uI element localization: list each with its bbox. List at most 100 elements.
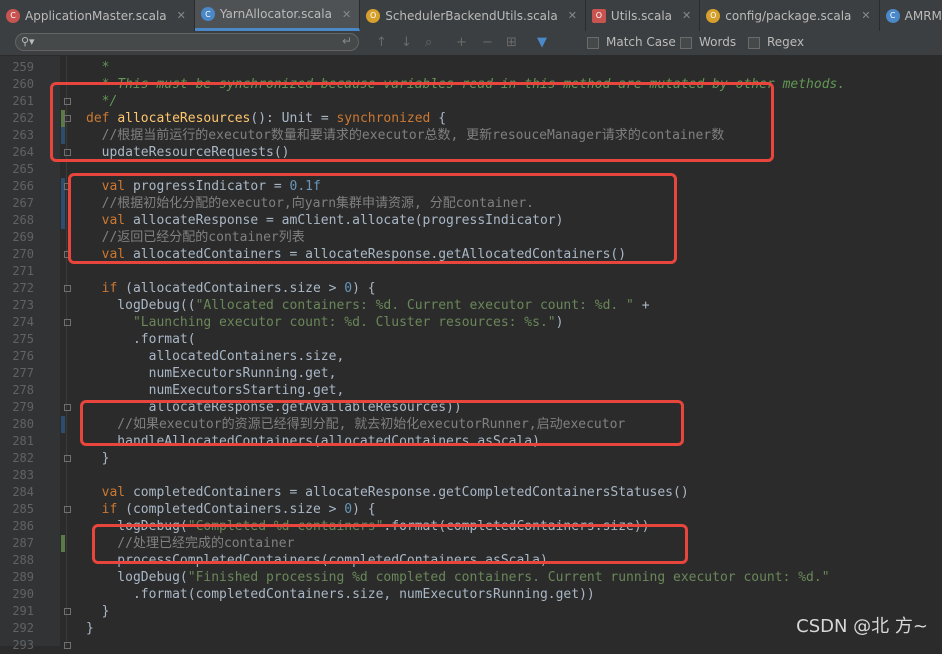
code-line[interactable]: 284 val completedContainers = allocateRe…	[0, 484, 942, 501]
code-text: logDebug(("Allocated containers: %d. Cur…	[86, 298, 650, 313]
code-text: *	[86, 60, 110, 75]
line-number: 271	[12, 264, 34, 278]
tab-amrm-client-impl[interactable]: C AMRMClientImpl.java	[880, 0, 942, 31]
find-all-icon[interactable]: ⌕	[425, 35, 432, 50]
line-number: 260	[12, 77, 34, 91]
code-text: }	[86, 604, 110, 619]
filter-icon[interactable]: ▼	[537, 35, 547, 50]
line-number: 270	[12, 247, 34, 261]
line-number: 284	[12, 485, 34, 499]
scala-class-icon: C	[200, 7, 215, 21]
tab-label: Utils.scala	[610, 8, 673, 23]
code-line[interactable]: 282 }	[0, 450, 942, 467]
regex-label: Regex	[767, 35, 805, 49]
fold-icon[interactable]	[64, 285, 71, 292]
words-checkbox[interactable]	[680, 37, 692, 49]
code-text: numExecutorsRunning.get,	[86, 366, 337, 381]
line-number: 261	[12, 94, 34, 108]
line-number: 282	[12, 451, 34, 465]
tab-utils[interactable]: O Utils.scala ✕	[586, 0, 701, 31]
match-case-label: Match Case	[606, 35, 676, 49]
find-bar: ⚲▾ ↵ ↑ ↓ ⌕ + − ⊞ ▼ Match Case Words Rege…	[0, 31, 942, 56]
scala-object-icon: O	[366, 8, 381, 23]
change-marker[interactable]	[61, 212, 65, 229]
code-line[interactable]: 272 if (allocatedContainers.size > 0) {	[0, 280, 942, 297]
line-number: 275	[12, 332, 34, 346]
line-number: 288	[12, 553, 34, 567]
change-marker[interactable]	[61, 416, 65, 433]
line-number: 259	[12, 60, 34, 74]
add-selection-icon[interactable]: +	[456, 35, 467, 50]
scala-object-icon: O	[591, 8, 606, 23]
code-line[interactable]: 271	[0, 263, 942, 280]
previous-occurrence-icon[interactable]: ↑	[376, 35, 387, 50]
code-text: }	[86, 621, 94, 636]
remove-selection-icon[interactable]: −	[482, 35, 493, 50]
code-line[interactable]: 273 logDebug(("Allocated containers: %d.…	[0, 297, 942, 314]
tab-label: AMRMClientImpl.java	[904, 8, 942, 23]
code-line[interactable]: 277 numExecutorsRunning.get,	[0, 365, 942, 382]
fold-icon[interactable]	[64, 506, 71, 513]
change-marker[interactable]	[61, 195, 65, 212]
words-label: Words	[699, 35, 737, 49]
code-line[interactable]: 275 .format(	[0, 331, 942, 348]
highlight-box-allocate	[68, 173, 677, 264]
select-all-icon[interactable]: ⊞	[506, 35, 517, 50]
tab-label: YarnAllocator.scala	[219, 7, 332, 21]
close-icon[interactable]: ✕	[568, 9, 577, 22]
code-line[interactable]: 290 .format(completedContainers.size, nu…	[0, 586, 942, 603]
line-number: 287	[12, 536, 34, 550]
code-line[interactable]: 274 "Launching executor count: %d. Clust…	[0, 314, 942, 331]
tab-yarn-allocator[interactable]: C YarnAllocator.scala ✕	[194, 0, 361, 31]
code-text: .format(	[86, 332, 196, 347]
highlight-box-process-completed	[92, 524, 688, 564]
tab-scheduler-backend-utils[interactable]: O SchedulerBackendUtils.scala ✕	[360, 0, 586, 31]
change-marker[interactable]	[61, 535, 65, 552]
code-text: logDebug("Finished processing %d complet…	[86, 570, 830, 585]
line-number: 274	[12, 315, 34, 329]
fold-icon[interactable]	[64, 319, 71, 326]
line-number: 280	[12, 417, 34, 431]
tab-config-package[interactable]: O config/package.scala ✕	[700, 0, 880, 31]
fold-icon[interactable]	[64, 608, 71, 615]
search-input[interactable]: ⚲▾ ↵	[15, 33, 359, 51]
code-text: }	[86, 451, 110, 466]
line-number: 265	[12, 162, 34, 176]
close-icon[interactable]: ✕	[861, 9, 870, 22]
code-line[interactable]: 278 numExecutorsStarting.get,	[0, 382, 942, 399]
code-text: numExecutorsStarting.get,	[86, 383, 345, 398]
tab-application-master[interactable]: C ApplicationMaster.scala ✕	[0, 0, 195, 31]
line-number: 263	[12, 128, 34, 142]
code-line[interactable]: 285 if (completedContainers.size > 0) {	[0, 501, 942, 518]
search-icon[interactable]: ⚲▾	[21, 35, 35, 48]
tab-label: config/package.scala	[725, 8, 852, 23]
code-line[interactable]: 259 *	[0, 59, 942, 76]
code-text: .format(completedContainers.size, numExe…	[86, 587, 595, 602]
line-number: 273	[12, 298, 34, 312]
close-icon[interactable]: ✕	[682, 9, 691, 22]
close-icon[interactable]: ✕	[342, 8, 351, 21]
line-number: 268	[12, 213, 34, 227]
code-text: allocatedContainers.size,	[86, 349, 345, 364]
line-number: 262	[12, 111, 34, 125]
code-line[interactable]: 283	[0, 467, 942, 484]
next-occurrence-icon[interactable]: ↓	[401, 35, 412, 50]
code-text: if (completedContainers.size > 0) {	[101, 502, 376, 517]
line-number: 277	[12, 366, 34, 380]
line-number: 276	[12, 349, 34, 363]
package-object-icon: O	[706, 8, 721, 23]
line-number: 283	[12, 468, 34, 482]
tab-label: ApplicationMaster.scala	[25, 8, 167, 23]
line-number: 285	[12, 502, 34, 516]
code-text: val completedContainers = allocateRespon…	[101, 485, 689, 500]
line-number: 279	[12, 400, 34, 414]
close-icon[interactable]: ✕	[177, 9, 186, 22]
regex-checkbox[interactable]	[748, 37, 760, 49]
match-case-checkbox[interactable]	[587, 37, 599, 49]
fold-icon[interactable]	[64, 404, 71, 411]
fold-icon[interactable]	[64, 455, 71, 462]
highlight-box-update-requests	[50, 82, 774, 162]
code-line[interactable]: 289 logDebug("Finished processing %d com…	[0, 569, 942, 586]
line-number: 291	[12, 604, 34, 618]
code-line[interactable]: 276 allocatedContainers.size,	[0, 348, 942, 365]
